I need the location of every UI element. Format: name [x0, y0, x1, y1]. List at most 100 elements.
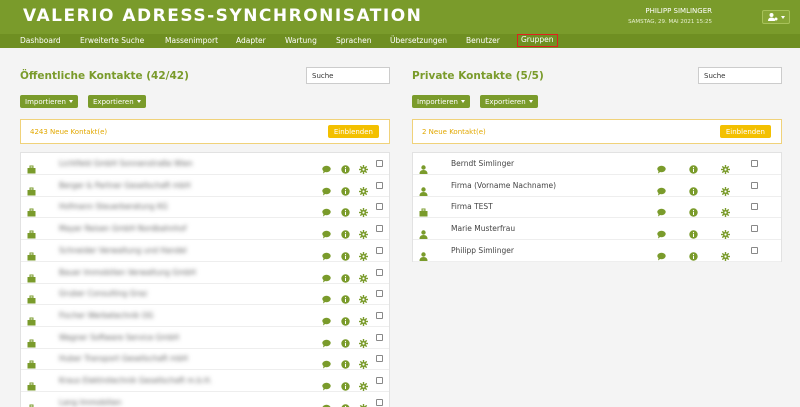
- contact-row[interactable]: Philipp Simlinger: [413, 240, 781, 262]
- nav-item-sprachen[interactable]: Sprachen: [336, 36, 371, 45]
- comment-icon[interactable]: [322, 224, 331, 239]
- contact-row[interactable]: Firma (Vorname Nachname): [413, 175, 781, 197]
- row-checkbox[interactable]: [751, 203, 758, 211]
- contact-name[interactable]: Schneider Verwaltung und Handel: [59, 246, 187, 255]
- comment-icon[interactable]: [657, 246, 666, 261]
- contact-row[interactable]: Bauer Immobilien Verwaltung GmbH: [21, 262, 389, 284]
- info-icon[interactable]: [341, 398, 350, 407]
- gear-icon[interactable]: [359, 311, 368, 326]
- contact-name[interactable]: Hofmann Steuerberatung KG: [59, 202, 168, 211]
- nav-item-gruppen[interactable]: Gruppen: [517, 34, 558, 47]
- info-icon[interactable]: [689, 181, 698, 196]
- comment-icon[interactable]: [322, 202, 331, 217]
- gear-icon[interactable]: [359, 181, 368, 196]
- nav-item-übersetzungen[interactable]: Übersetzungen: [390, 36, 447, 45]
- row-checkbox[interactable]: [376, 203, 383, 211]
- nav-item-benutzer[interactable]: Benutzer: [466, 36, 500, 45]
- row-checkbox[interactable]: [376, 181, 383, 189]
- info-icon[interactable]: [341, 376, 350, 391]
- contact-name[interactable]: Lang Immobilien: [59, 398, 121, 407]
- user-menu-button[interactable]: [762, 10, 790, 24]
- private-import-button[interactable]: Importieren: [412, 95, 470, 108]
- contact-row[interactable]: Wagner Software Service GmbH: [21, 327, 389, 349]
- nav-item-massenimport[interactable]: Massenimport: [165, 36, 218, 45]
- contact-name[interactable]: Bauer Immobilien Verwaltung GmbH: [59, 268, 196, 277]
- contact-name[interactable]: Huber Transport Gesellschaft mbH: [59, 354, 188, 363]
- contact-row[interactable]: Schneider Verwaltung und Handel: [21, 240, 389, 262]
- contact-name[interactable]: Fischer Werbetechnik OG: [59, 311, 153, 320]
- public-show-button[interactable]: Einblenden: [327, 125, 379, 138]
- row-checkbox[interactable]: [376, 225, 383, 233]
- private-show-button[interactable]: Einblenden: [719, 125, 771, 138]
- nav-item-wartung[interactable]: Wartung: [285, 36, 317, 45]
- gear-icon[interactable]: [721, 181, 730, 196]
- gear-icon[interactable]: [359, 246, 368, 261]
- info-icon[interactable]: [689, 159, 698, 174]
- info-icon[interactable]: [689, 246, 698, 261]
- gear-icon[interactable]: [359, 289, 368, 305]
- comment-icon[interactable]: [322, 376, 331, 391]
- public-export-button[interactable]: Exportieren: [88, 95, 146, 108]
- info-icon[interactable]: [341, 202, 350, 218]
- contact-row[interactable]: Lang Immobilien: [21, 392, 389, 407]
- row-checkbox[interactable]: [751, 160, 758, 167]
- row-checkbox[interactable]: [376, 398, 383, 406]
- contact-row[interactable]: Firma TEST: [413, 196, 781, 219]
- row-checkbox[interactable]: [376, 246, 383, 254]
- contact-name[interactable]: Philipp Simlinger: [451, 246, 514, 255]
- gear-icon[interactable]: [359, 202, 368, 218]
- contact-name[interactable]: Marie Musterfrau: [451, 224, 515, 233]
- info-icon[interactable]: [341, 159, 350, 174]
- contact-row[interactable]: Hofmann Steuerberatung KG: [21, 196, 389, 219]
- public-search-input[interactable]: [306, 67, 390, 84]
- row-checkbox[interactable]: [376, 160, 383, 167]
- row-checkbox[interactable]: [376, 290, 383, 298]
- public-import-button[interactable]: Importieren: [20, 95, 78, 108]
- comment-icon[interactable]: [322, 268, 331, 282]
- contact-row[interactable]: Marie Musterfrau: [413, 218, 781, 241]
- info-icon[interactable]: [341, 246, 350, 261]
- contact-row[interactable]: Berndt Simlinger: [413, 153, 781, 175]
- comment-icon[interactable]: [322, 246, 331, 261]
- comment-icon[interactable]: [657, 181, 666, 196]
- gear-icon[interactable]: [721, 224, 730, 240]
- comment-icon[interactable]: [322, 289, 331, 304]
- row-checkbox[interactable]: [751, 246, 758, 254]
- gear-icon[interactable]: [721, 159, 730, 174]
- contact-row[interactable]: Kraus Elektrotechnik Gesellschaft m.b.H.: [21, 370, 389, 392]
- private-export-button[interactable]: Exportieren: [480, 95, 538, 108]
- info-icon[interactable]: [341, 289, 350, 304]
- contact-name[interactable]: Berger & Partner Gesellschaft mbH: [59, 181, 190, 190]
- contact-name[interactable]: Firma (Vorname Nachname): [451, 181, 556, 190]
- row-checkbox[interactable]: [376, 377, 383, 384]
- comment-icon[interactable]: [322, 333, 331, 348]
- contact-row[interactable]: Gruber Consulting Graz: [21, 283, 389, 306]
- private-search-input[interactable]: [698, 67, 782, 84]
- contact-row[interactable]: Fischer Werbetechnik OG: [21, 305, 389, 327]
- row-checkbox[interactable]: [376, 311, 383, 319]
- gear-icon[interactable]: [359, 224, 368, 240]
- gear-icon[interactable]: [359, 268, 368, 283]
- info-icon[interactable]: [689, 202, 698, 218]
- gear-icon[interactable]: [721, 202, 730, 218]
- contact-name[interactable]: Berndt Simlinger: [451, 159, 514, 168]
- row-checkbox[interactable]: [376, 355, 383, 363]
- comment-icon[interactable]: [657, 202, 666, 217]
- contact-name[interactable]: Mayer Reisen GmbH Nordbahnhof: [59, 224, 186, 233]
- row-checkbox[interactable]: [376, 333, 383, 341]
- comment-icon[interactable]: [322, 181, 331, 196]
- comment-icon[interactable]: [322, 311, 331, 326]
- info-icon[interactable]: [341, 268, 350, 283]
- nav-item-adapter[interactable]: Adapter: [236, 36, 266, 45]
- contact-name[interactable]: Lichtfeld GmbH Sonnenstraße Wien: [59, 159, 193, 168]
- info-icon[interactable]: [341, 181, 350, 196]
- gear-icon[interactable]: [359, 398, 368, 407]
- info-icon[interactable]: [341, 311, 350, 326]
- contact-row[interactable]: Lichtfeld GmbH Sonnenstraße Wien: [21, 153, 389, 175]
- gear-icon[interactable]: [359, 376, 368, 391]
- contact-name[interactable]: Firma TEST: [451, 202, 493, 211]
- info-icon[interactable]: [341, 224, 350, 239]
- row-checkbox[interactable]: [751, 225, 758, 233]
- row-checkbox[interactable]: [376, 268, 383, 276]
- contact-row[interactable]: Berger & Partner Gesellschaft mbH: [21, 175, 389, 197]
